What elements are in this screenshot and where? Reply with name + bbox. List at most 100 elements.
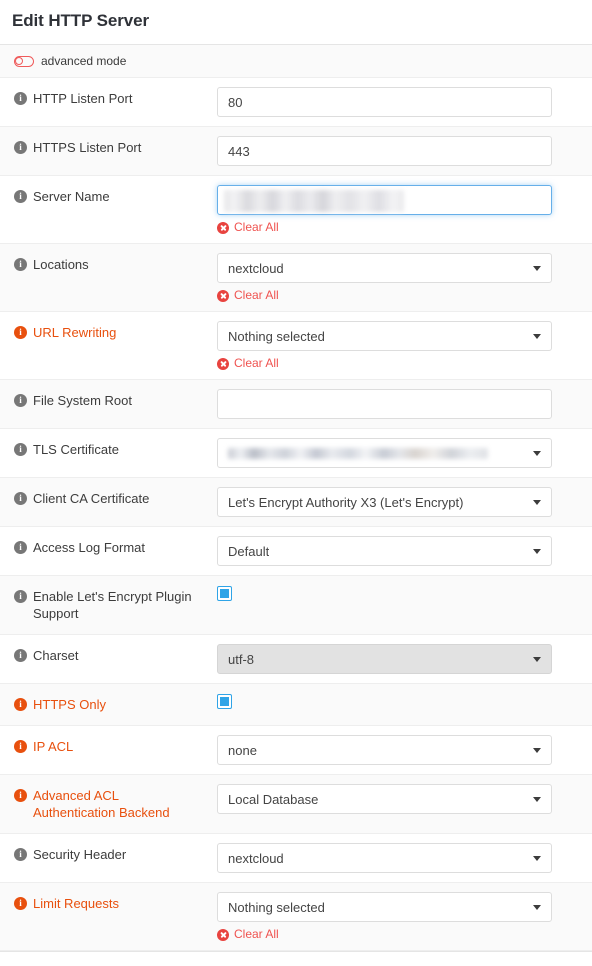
redacted-token: [224, 190, 404, 212]
info-circle-warning-icon[interactable]: i: [14, 897, 27, 910]
edit-http-server-page: Edit HTTP Server advanced mode i HTTP Lis…: [0, 0, 592, 966]
control-cell-ip-acl: none: [205, 726, 592, 774]
info-circle-warning-icon[interactable]: i: [14, 740, 27, 753]
times-circle-icon: [217, 221, 229, 234]
control-cell-url-rewriting: Nothing selected Clear All: [205, 312, 592, 379]
select-tls-certificate[interactable]: [217, 438, 552, 468]
form-row-file-system-root: i File System Root: [0, 380, 592, 429]
clear-all-label: Clear All: [234, 356, 279, 370]
control-cell-enable-lets-encrypt-plugin-support: [205, 576, 592, 610]
field-label-https-only: HTTPS Only: [33, 697, 106, 712]
toggle-off-icon[interactable]: [14, 55, 34, 67]
control-cell-limit-requests: Nothing selected Clear All: [205, 883, 592, 950]
form-row-https-only: i HTTPS Only: [0, 684, 592, 726]
form-row-limit-requests: i Limit Requests Nothing selected Clear All: [0, 883, 592, 951]
chevron-down-icon[interactable]: [533, 856, 541, 861]
field-label-locations: Locations: [33, 257, 89, 272]
info-circle-icon[interactable]: i: [14, 848, 27, 861]
label-cell-client-ca-certificate: i Client CA Certificate: [0, 478, 205, 519]
field-label-advanced-acl-authentication-backend: Advanced ACL Authentication Backend: [33, 788, 170, 820]
info-circle-icon[interactable]: i: [14, 190, 27, 203]
checkbox-enable-lets-encrypt-plugin-support[interactable]: [217, 586, 232, 601]
info-circle-icon[interactable]: i: [14, 141, 27, 154]
clear-all-label: Clear All: [234, 288, 279, 302]
form-row-ip-acl: i IP ACL none: [0, 726, 592, 775]
field-label-url-rewriting: URL Rewriting: [33, 325, 117, 340]
select-ip-acl[interactable]: none: [217, 735, 552, 765]
control-cell-locations: nextcloud Clear All: [205, 244, 592, 311]
select-locations[interactable]: nextcloud: [217, 253, 552, 283]
chevron-down-icon[interactable]: [533, 797, 541, 802]
select-limit-requests[interactable]: Nothing selected: [217, 892, 552, 922]
label-cell-https-only: i HTTPS Only: [0, 684, 205, 725]
info-circle-icon[interactable]: i: [14, 394, 27, 407]
chevron-down-icon[interactable]: [533, 500, 541, 505]
control-cell-file-system-root: [205, 380, 592, 428]
select-access-log-format[interactable]: Default: [217, 536, 552, 566]
form-row-client-ca-certificate: i Client CA Certificate Let's Encrypt Auth…: [0, 478, 592, 527]
redacted-select-value: [228, 447, 488, 459]
label-cell-advanced-acl-authentication-backend: i Advanced ACL Authentication Backend: [0, 775, 205, 833]
select-value-ip-acl: none: [228, 742, 257, 758]
clear-all-button-server-name[interactable]: Clear All: [217, 221, 279, 234]
info-circle-icon[interactable]: i: [14, 258, 27, 271]
form-row-url-rewriting: i URL Rewriting Nothing selected Clear All: [0, 312, 592, 380]
select-advanced-acl-authentication-backend[interactable]: Local Database: [217, 784, 552, 814]
info-circle-icon[interactable]: i: [14, 590, 27, 603]
chevron-down-icon[interactable]: [533, 334, 541, 339]
select-value-access-log-format: Default: [228, 543, 270, 559]
checkbox-https-only[interactable]: [217, 694, 232, 709]
form-row-access-log-format: i Access Log Format Default: [0, 527, 592, 576]
info-circle-icon[interactable]: i: [14, 92, 27, 105]
clear-all-button-locations[interactable]: Clear All: [217, 289, 279, 302]
select-security-header[interactable]: nextcloud: [217, 843, 552, 873]
input-http-listen-port[interactable]: [217, 87, 552, 117]
select-value-security-header: nextcloud: [228, 850, 284, 866]
tokenfield-server-name[interactable]: [217, 185, 552, 215]
select-url-rewriting[interactable]: Nothing selected: [217, 321, 552, 351]
field-label-https-listen-port: HTTPS Listen Port: [33, 140, 142, 155]
control-cell-server-name: Clear All: [205, 176, 592, 243]
advanced-mode-label: advanced mode: [41, 54, 127, 68]
advanced-mode-bar[interactable]: advanced mode: [0, 45, 592, 78]
clear-all-label: Clear All: [234, 927, 279, 941]
select-client-ca-certificate[interactable]: Let's Encrypt Authority X3 (Let's Encryp…: [217, 487, 552, 517]
form-row-advanced-acl-authentication-backend: i Advanced ACL Authentication Backend Loca…: [0, 775, 592, 834]
info-circle-warning-icon[interactable]: i: [14, 326, 27, 339]
checkbox-check-mark: [220, 697, 229, 706]
select-value-charset: utf-8: [228, 651, 255, 667]
chevron-down-icon[interactable]: [533, 905, 541, 910]
times-circle-icon: [217, 289, 229, 302]
form-row-server-name: i Server Name Clear All: [0, 176, 592, 244]
label-cell-ip-acl: i IP ACL: [0, 726, 205, 767]
info-circle-warning-icon[interactable]: i: [14, 789, 27, 802]
field-label-file-system-root: File System Root: [33, 393, 132, 408]
field-label-access-log-format: Access Log Format: [33, 540, 145, 555]
control-cell-https-only: [205, 684, 592, 718]
label-cell-https-listen-port: i HTTPS Listen Port: [0, 127, 205, 168]
chevron-down-icon[interactable]: [533, 451, 541, 456]
form-row-tls-certificate: i TLS Certificate: [0, 429, 592, 478]
info-circle-icon[interactable]: i: [14, 492, 27, 505]
info-circle-icon[interactable]: i: [14, 541, 27, 554]
clear-all-button-url-rewriting[interactable]: Clear All: [217, 357, 279, 370]
info-circle-icon[interactable]: i: [14, 443, 27, 456]
info-circle-warning-icon[interactable]: i: [14, 698, 27, 711]
label-cell-security-header: i Security Header: [0, 834, 205, 875]
control-cell-access-log-format: Default: [205, 527, 592, 575]
field-label-charset: Charset: [33, 648, 79, 663]
control-cell-client-ca-certificate: Let's Encrypt Authority X3 (Let's Encryp…: [205, 478, 592, 526]
chevron-down-icon[interactable]: [533, 657, 541, 662]
clear-all-button-limit-requests[interactable]: Clear All: [217, 928, 279, 941]
field-label-server-name: Server Name: [33, 189, 110, 204]
info-circle-icon[interactable]: i: [14, 649, 27, 662]
chevron-down-icon[interactable]: [533, 748, 541, 753]
input-file-system-root[interactable]: [217, 389, 552, 419]
settings-form-table: i HTTP Listen Port i HTTPS Listen Port i Serv…: [0, 78, 592, 952]
select-charset[interactable]: utf-8: [217, 644, 552, 674]
select-value-advanced-acl-authentication-backend: Local Database: [228, 791, 319, 807]
chevron-down-icon[interactable]: [533, 549, 541, 554]
input-https-listen-port[interactable]: [217, 136, 552, 166]
label-cell-http-listen-port: i HTTP Listen Port: [0, 78, 205, 119]
chevron-down-icon[interactable]: [533, 266, 541, 271]
